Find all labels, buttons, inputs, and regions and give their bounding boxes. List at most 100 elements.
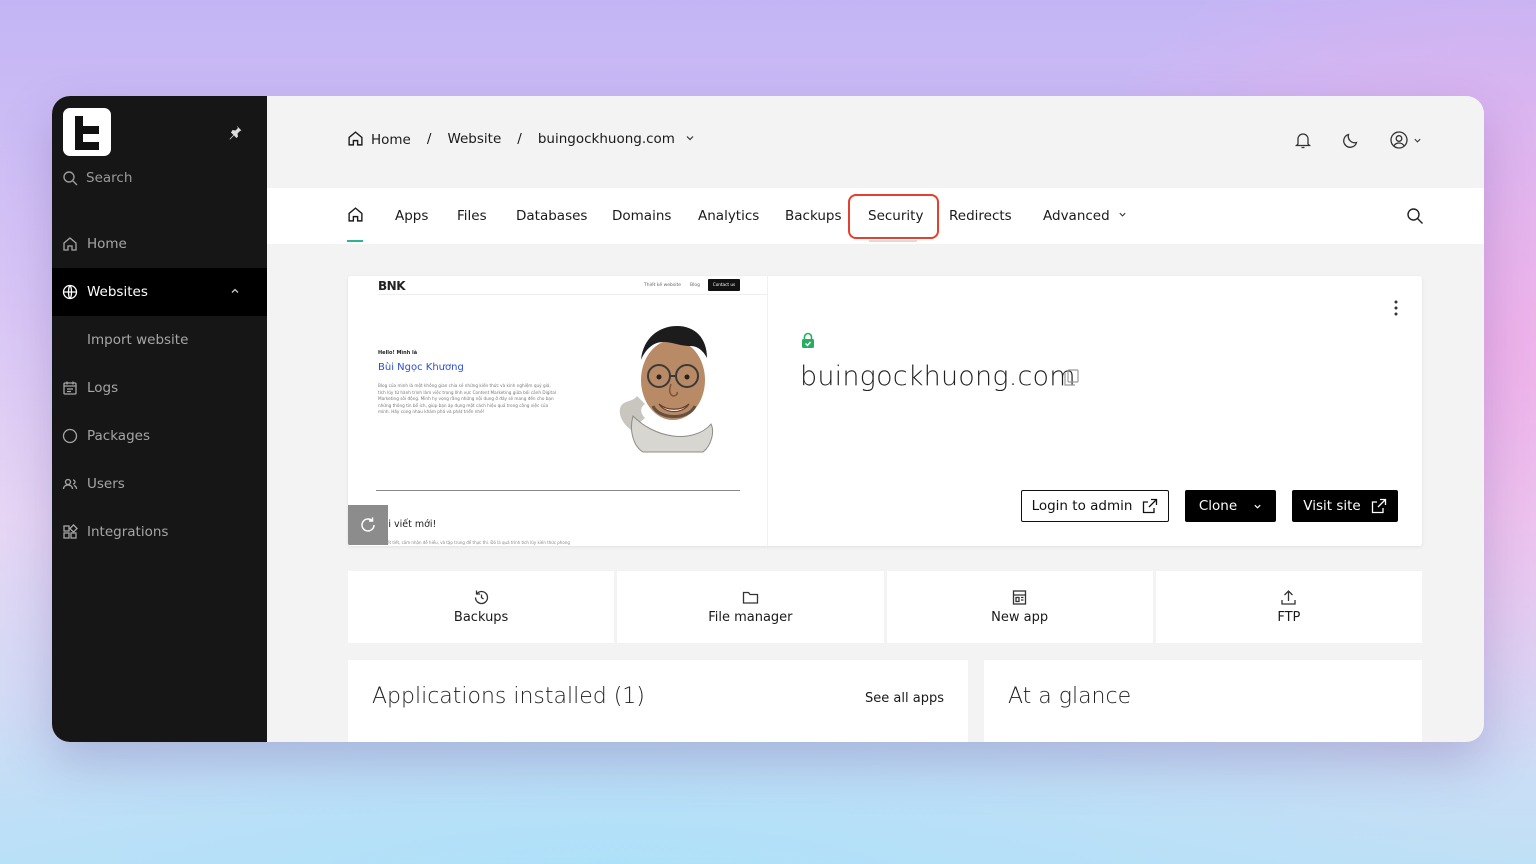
external-link-icon: [1371, 498, 1386, 514]
caricature-portrait-image: [619, 326, 714, 453]
sidebar-item-home[interactable]: Home: [52, 220, 267, 268]
preview-logo: BNK: [378, 279, 406, 293]
sidebar-item-label: Integrations: [87, 524, 169, 540]
visit-site-label: Visit site: [1303, 498, 1361, 514]
quick-action-label: Backups: [453, 610, 509, 625]
quick-action-backups[interactable]: Backups: [348, 571, 615, 643]
site-overview-card: BNK Thiết kế website Blog Contact us Hel…: [348, 276, 1422, 546]
hover-tab-indicator: [869, 240, 917, 242]
sidebar-item-logs[interactable]: Logs: [52, 364, 267, 412]
sidebar-item-label: Import website: [87, 332, 189, 348]
circle-icon: [62, 428, 78, 444]
visit-site-button[interactable]: Visit site: [1292, 490, 1398, 522]
main-content: Home / Website / buingockhuong.com Apps …: [267, 96, 1484, 742]
tab-home[interactable]: [347, 188, 364, 244]
chevron-down-icon: [1254, 504, 1261, 509]
preview-hello: Hello! Mình là: [378, 350, 418, 356]
tab-backups[interactable]: Backups: [785, 188, 842, 244]
login-to-admin-button[interactable]: Login to admin: [1021, 490, 1169, 522]
sidebar-item-integrations[interactable]: Integrations: [52, 508, 267, 556]
moon-icon[interactable]: [1341, 130, 1361, 150]
sidebar-item-packages[interactable]: Packages: [52, 412, 267, 460]
chevron-down-icon: [1119, 212, 1126, 217]
login-to-admin-label: Login to admin: [1031, 498, 1133, 514]
bell-icon[interactable]: [1293, 130, 1313, 150]
active-tab-indicator: [347, 240, 363, 242]
quick-action-new-app[interactable]: New app: [886, 571, 1153, 643]
user-avatar-icon: [1390, 131, 1408, 149]
sidebar-item-import-website[interactable]: Import website: [52, 316, 267, 364]
globe-icon: [62, 284, 78, 300]
search-icon: [63, 171, 78, 186]
ssl-lock-icon: [802, 332, 814, 348]
quick-action-label: New app: [991, 610, 1049, 625]
tab-apps[interactable]: Apps: [395, 188, 428, 244]
quick-action-label: File manager: [708, 610, 793, 625]
restore-icon: [474, 590, 488, 605]
home-icon: [63, 237, 77, 251]
tab-redirects[interactable]: Redirects: [949, 188, 1012, 244]
tab-advanced[interactable]: Advanced: [1043, 188, 1127, 244]
calendar-icon: [63, 381, 77, 395]
upload-icon: [1281, 590, 1297, 605]
topbar-actions: [1293, 130, 1422, 150]
sidebar-item-label: Packages: [87, 428, 150, 444]
preview-nav-links: Thiết kế website Blog: [644, 283, 700, 288]
users-icon: [62, 478, 78, 490]
brand-logo[interactable]: [63, 108, 111, 156]
grid-icon: [63, 524, 78, 539]
preview-description: Blog của mình là một không gian chia sẻ …: [378, 383, 556, 415]
topbar: Home / Website / buingockhuong.com: [267, 96, 1484, 188]
app-icon: [1012, 590, 1027, 605]
tab-domains[interactable]: Domains: [612, 188, 671, 244]
more-options-icon[interactable]: [1394, 300, 1398, 316]
refresh-icon: [361, 517, 375, 532]
clone-label: Clone: [1198, 498, 1238, 514]
refresh-preview-button[interactable]: [348, 505, 388, 545]
site-preview-thumbnail[interactable]: BNK Thiết kế website Blog Contact us Hel…: [348, 276, 768, 546]
breadcrumb-website[interactable]: Website: [447, 131, 501, 147]
breadcrumb-current: buingockhuong.com: [537, 131, 675, 147]
at-a-glance-panel: At a glance: [984, 660, 1422, 742]
search-icon[interactable]: [1406, 207, 1424, 225]
applications-installed-title: Applications installed (1): [372, 684, 645, 709]
quick-action-ftp[interactable]: FTP: [1155, 571, 1422, 643]
user-menu[interactable]: [1389, 130, 1422, 150]
site-domain-title: buingockhuong.com: [800, 361, 1076, 392]
tab-analytics[interactable]: Analytics: [698, 188, 759, 244]
sidebar-item-users[interactable]: Users: [52, 460, 267, 508]
sidebar-item-label: Logs: [87, 380, 119, 396]
sidebar-item-label: Home: [87, 236, 127, 252]
applications-installed-panel: Applications installed (1) See all apps: [348, 660, 968, 742]
quick-action-label: FTP: [1277, 610, 1301, 625]
chevron-down-icon: [1414, 138, 1421, 143]
preview-name: Bùi Ngọc Khương: [378, 362, 464, 373]
home-icon: [348, 131, 363, 146]
preview-navbar: BNK Thiết kế website Blog Contact us: [378, 279, 740, 293]
tab-advanced-label: Advanced: [1043, 208, 1110, 224]
chevron-down-icon: [686, 136, 694, 141]
sidebar-item-label: Websites: [87, 284, 148, 300]
preview-separator: [376, 490, 740, 491]
tab-security[interactable]: Security: [868, 188, 923, 244]
pin-icon[interactable]: [227, 124, 243, 140]
see-all-apps-link[interactable]: See all apps: [865, 691, 944, 706]
sidebar: Search Home Websites Import website Logs…: [52, 96, 267, 742]
tab-files[interactable]: Files: [457, 188, 487, 244]
external-link-icon: [1143, 498, 1158, 514]
clone-button[interactable]: Clone: [1185, 490, 1276, 522]
copy-icon[interactable]: [1064, 369, 1079, 386]
sidebar-item-websites[interactable]: Websites: [52, 268, 267, 316]
breadcrumb-home-label: Home: [371, 132, 411, 148]
tab-databases[interactable]: Databases: [516, 188, 587, 244]
breadcrumb-separator: /: [426, 131, 432, 147]
at-a-glance-title: At a glance: [1008, 684, 1132, 709]
preview-divider: [378, 294, 767, 295]
quick-action-file-manager[interactable]: File manager: [617, 571, 884, 643]
preview-nav-link: Blog: [690, 283, 700, 288]
sidebar-search[interactable]: Search: [62, 170, 132, 186]
breadcrumb-home[interactable]: Home: [347, 130, 411, 148]
breadcrumb-current-dropdown[interactable]: buingockhuong.com: [538, 131, 695, 147]
sidebar-item-label: Users: [87, 476, 125, 492]
preview-post-description: Bài viết tiết, cảm nhận dễ hiểu, và tập …: [376, 540, 570, 545]
